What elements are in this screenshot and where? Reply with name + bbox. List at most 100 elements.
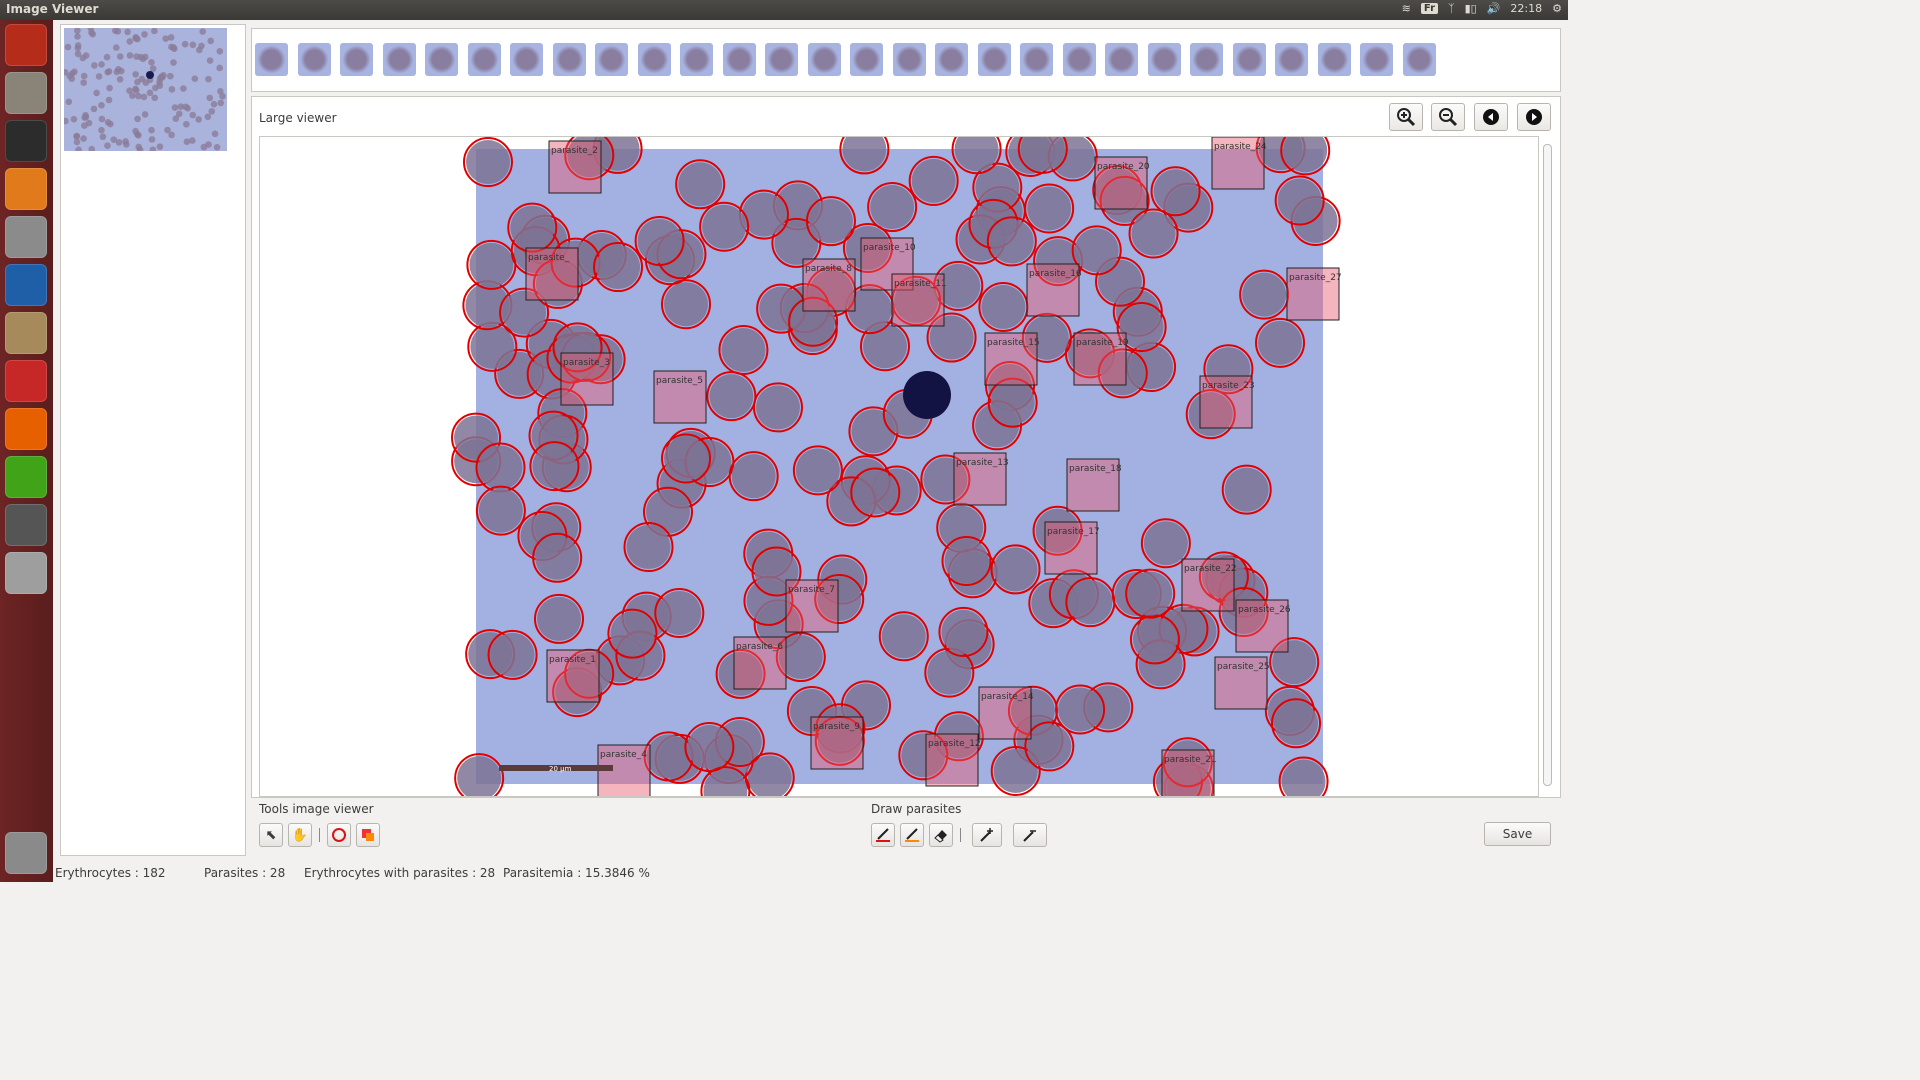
parasite-box[interactable]: parasite_14 xyxy=(978,686,1034,740)
large-image-canvas[interactable]: parasite_1 parasite_2 parasite_3 parasite_4… xyxy=(259,136,1539,797)
parasite-thumbnail[interactable] xyxy=(510,43,543,76)
blood-smear-image[interactable]: parasite_1 parasite_2 parasite_3 parasite_4… xyxy=(260,137,1539,797)
parasite-box[interactable]: parasite_20 xyxy=(1094,156,1150,210)
parasite-thumbnail[interactable] xyxy=(637,43,671,76)
parasite-thumbnail[interactable] xyxy=(680,43,713,76)
parasite-thumbnail[interactable] xyxy=(340,43,373,76)
parasite-thumbnail[interactable] xyxy=(1232,43,1266,76)
zoom-out-button[interactable] xyxy=(1431,103,1465,131)
pointer-tool-button[interactable]: ⬉ xyxy=(259,823,283,847)
parasite-thumbnail[interactable] xyxy=(595,43,628,76)
draw-rect-button[interactable] xyxy=(356,823,380,847)
firefox-icon[interactable] xyxy=(5,408,47,450)
parasite-box[interactable]: parasite_27 xyxy=(1286,267,1342,321)
archive-icon[interactable] xyxy=(5,312,47,354)
parasite-box[interactable]: parasite_24 xyxy=(1211,137,1267,190)
help-icon[interactable] xyxy=(5,552,47,594)
scale-bar-label: 20 µm xyxy=(549,765,572,773)
parasite-box[interactable]: parasite_19 xyxy=(1073,332,1129,386)
bluetooth-icon[interactable]: ᛉ xyxy=(1448,2,1455,15)
parasite-box[interactable]: parasite_13 xyxy=(953,452,1009,506)
clock[interactable]: 22:18 xyxy=(1510,2,1542,15)
parasite-thumbnail[interactable] xyxy=(765,43,798,76)
image-thumbnail[interactable] xyxy=(64,28,227,151)
parasite-thumbnail[interactable] xyxy=(297,43,331,76)
wifi-icon[interactable]: ≋ xyxy=(1402,2,1411,15)
parasite-box[interactable]: parasite_17 xyxy=(1044,521,1100,575)
parasite-box[interactable]: parasite_6 xyxy=(733,636,787,690)
parasite-box[interactable]: parasite_18 xyxy=(1066,458,1122,512)
parasite-thumbnail[interactable] xyxy=(1105,43,1138,76)
parasite-thumbnail[interactable] xyxy=(1062,43,1096,76)
parasite-box[interactable]: parasite_5 xyxy=(653,370,707,424)
parasite-box[interactable]: parasite_ xyxy=(525,247,579,301)
settings-icon[interactable]: ⚙ xyxy=(1552,2,1562,15)
parasite-thumbnail[interactable] xyxy=(1317,43,1351,76)
qt-creator-icon[interactable] xyxy=(5,456,47,498)
parasite-thumbnail[interactable] xyxy=(1275,43,1308,76)
parasite-box[interactable]: parasite_11 xyxy=(891,273,947,327)
system-monitor-icon[interactable] xyxy=(5,264,47,306)
parasite-box[interactable]: parasite_9 xyxy=(810,716,864,770)
previous-button[interactable] xyxy=(1474,103,1508,131)
system-settings-icon[interactable] xyxy=(5,216,47,258)
parasite-thumbnail[interactable] xyxy=(935,43,968,76)
parasite-thumbnail[interactable] xyxy=(977,43,1011,76)
parasite-thumbnail[interactable] xyxy=(1147,43,1181,76)
zoom-in-button[interactable] xyxy=(1389,103,1423,131)
document-viewer-icon[interactable] xyxy=(5,360,47,402)
parasite-box[interactable]: parasite_26 xyxy=(1235,599,1291,653)
parasite-thumbnail[interactable] xyxy=(1020,43,1053,76)
parasite-label: parasite_22 xyxy=(1184,564,1237,574)
erythrocyte xyxy=(1027,186,1072,231)
keyboard-layout-indicator[interactable]: Fr xyxy=(1420,3,1438,14)
parasite-thumbnail[interactable] xyxy=(807,43,841,76)
parasite-thumbnail[interactable] xyxy=(255,43,288,76)
battery-icon[interactable]: ▮▯ xyxy=(1465,2,1477,15)
parasite-box[interactable]: parasite_15 xyxy=(984,332,1040,386)
vertical-scrollbar[interactable] xyxy=(1542,136,1552,797)
add-point-button[interactable] xyxy=(972,823,1002,847)
parasite-thumbnail[interactable] xyxy=(1360,43,1393,76)
software-center-icon[interactable] xyxy=(5,168,47,210)
parasite-box[interactable]: parasite_8 xyxy=(802,258,856,312)
terminal-icon[interactable] xyxy=(5,120,47,162)
parasite-thumbnail[interactable] xyxy=(1402,43,1436,76)
files-icon[interactable] xyxy=(5,72,47,114)
leukocyte xyxy=(903,371,951,419)
parasite-thumbnail[interactable] xyxy=(892,43,926,76)
parasite-box[interactable]: parasite_16 xyxy=(1026,263,1082,317)
parasite-box[interactable]: parasite_7 xyxy=(785,579,839,633)
parasite-thumbnail[interactable] xyxy=(425,43,458,76)
system-tray: ≋ Fr ᛉ ▮▯ 🔊 22:18 ⚙ xyxy=(1402,2,1562,15)
erythrocyte xyxy=(731,454,776,499)
parasite-box[interactable]: parasite_22 xyxy=(1181,558,1237,612)
pen-red-button[interactable] xyxy=(871,823,895,847)
ubuntu-icon[interactable] xyxy=(5,24,47,66)
parasite-thumbnail[interactable] xyxy=(382,43,416,76)
parasite-thumbnail[interactable] xyxy=(467,43,501,76)
parasite-box[interactable]: parasite_3 xyxy=(560,352,614,406)
volume-icon[interactable]: 🔊 xyxy=(1487,2,1501,15)
parasite-box[interactable]: parasite_12 xyxy=(925,733,981,787)
trash-icon[interactable] xyxy=(5,832,47,874)
software-updater-icon[interactable] xyxy=(5,504,47,546)
parasite-thumbnail[interactable] xyxy=(552,43,586,76)
parasite-thumbnail[interactable] xyxy=(1190,43,1223,76)
hand-icon: ✋ xyxy=(291,827,309,843)
parasite-box[interactable]: parasite_25 xyxy=(1214,656,1270,710)
hand-tool-button[interactable]: ✋ xyxy=(288,823,312,847)
draw-circle-button[interactable] xyxy=(327,823,351,847)
eraser-button[interactable] xyxy=(929,823,953,847)
parasite-box[interactable]: parasite_2 xyxy=(548,140,602,194)
parasite-box[interactable]: parasite_23 xyxy=(1199,375,1255,429)
parasite-box[interactable]: parasite_21 xyxy=(1161,749,1217,797)
save-button[interactable]: Save xyxy=(1484,822,1551,846)
parasite-label: parasite_24 xyxy=(1214,142,1267,152)
next-button[interactable] xyxy=(1517,103,1551,131)
remove-point-button[interactable] xyxy=(1013,823,1047,847)
pen-orange-button[interactable] xyxy=(900,823,924,847)
parasite-thumbnail[interactable] xyxy=(850,43,883,76)
parasite-thumbnail[interactable] xyxy=(722,43,756,76)
parasite-box[interactable]: parasite_1 xyxy=(546,649,600,703)
